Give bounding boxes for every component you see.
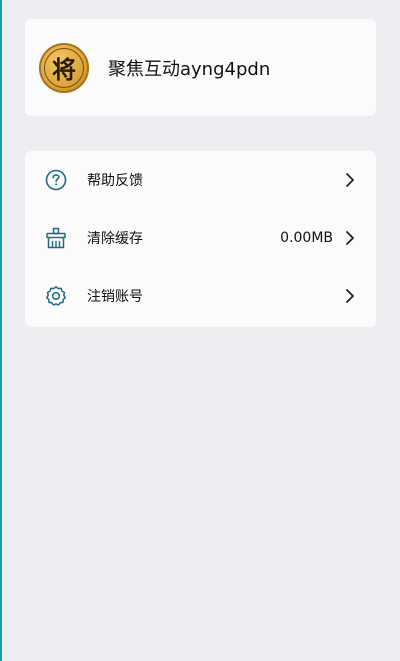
menu-item-clear-cache[interactable]: 清除缓存 0.00MB [25,209,376,267]
avatar-character: 将 [44,47,84,88]
menu-item-deactivate-account[interactable]: 注销账号 [25,267,376,325]
menu-item-help-feedback[interactable]: 帮助反馈 [25,151,376,209]
avatar[interactable]: 将 [39,42,89,93]
chevron-right-icon [344,288,356,304]
chevron-right-icon [344,230,356,246]
settings-menu: 帮助反馈 清除缓存 0.00MB 注销账号 [25,151,376,327]
chevron-right-icon [344,172,356,188]
broom-icon [45,227,67,249]
cache-size-value: 0.00MB [280,230,333,246]
profile-card[interactable]: 将 聚焦互动ayng4pdn [25,19,376,116]
menu-item-label: 注销账号 [87,289,143,305]
gear-icon [45,285,67,307]
menu-item-label: 清除缓存 [87,231,143,247]
left-edge-line [0,0,2,661]
username: 聚焦互动ayng4pdn [108,58,271,80]
help-circle-icon [45,169,67,191]
menu-item-label: 帮助反馈 [87,173,143,189]
